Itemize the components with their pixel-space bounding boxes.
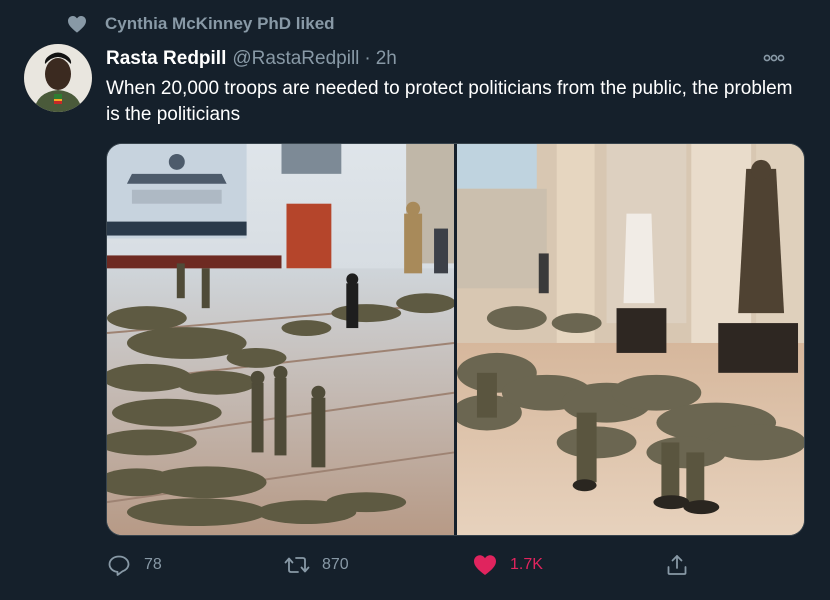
user-handle[interactable]: @RastaRedpill [232,48,359,70]
media-grid [106,143,805,536]
display-name[interactable]: Rasta Redpill [106,48,226,70]
timestamp[interactable]: 2h [376,48,397,70]
retweet-icon [284,552,310,578]
tweet-container[interactable]: Cynthia McKinney PhD liked Rasta Redpill… [0,0,830,600]
social-context[interactable]: Cynthia McKinney PhD liked [66,12,335,36]
tweet-text: When 20,000 troops are needed to protect… [106,78,793,125]
heart-filled-icon [472,552,498,578]
like-count: 1.7K [510,556,543,573]
heart-icon [66,13,88,35]
share-icon [664,552,690,578]
avatar[interactable] [24,44,92,112]
social-context-label: Cynthia McKinney PhD liked [105,14,335,33]
separator-dot: · [364,48,371,69]
tweet-actions: 78 870 1.7K [106,550,706,580]
reply-count: 78 [144,556,162,573]
reply-icon [106,552,132,578]
retweet-button[interactable]: 870 [284,550,349,580]
tweet-header: Rasta Redpill @RastaRedpill · 2h [106,46,810,72]
share-button[interactable] [664,550,702,580]
photo-capitol-visitor-center[interactable] [107,144,454,535]
photo-capitol-hall-troops[interactable] [457,144,804,535]
retweet-count: 870 [322,556,349,573]
more-options-icon[interactable] [762,48,786,68]
like-button[interactable]: 1.7K [472,550,543,580]
reply-button[interactable]: 78 [106,550,162,580]
